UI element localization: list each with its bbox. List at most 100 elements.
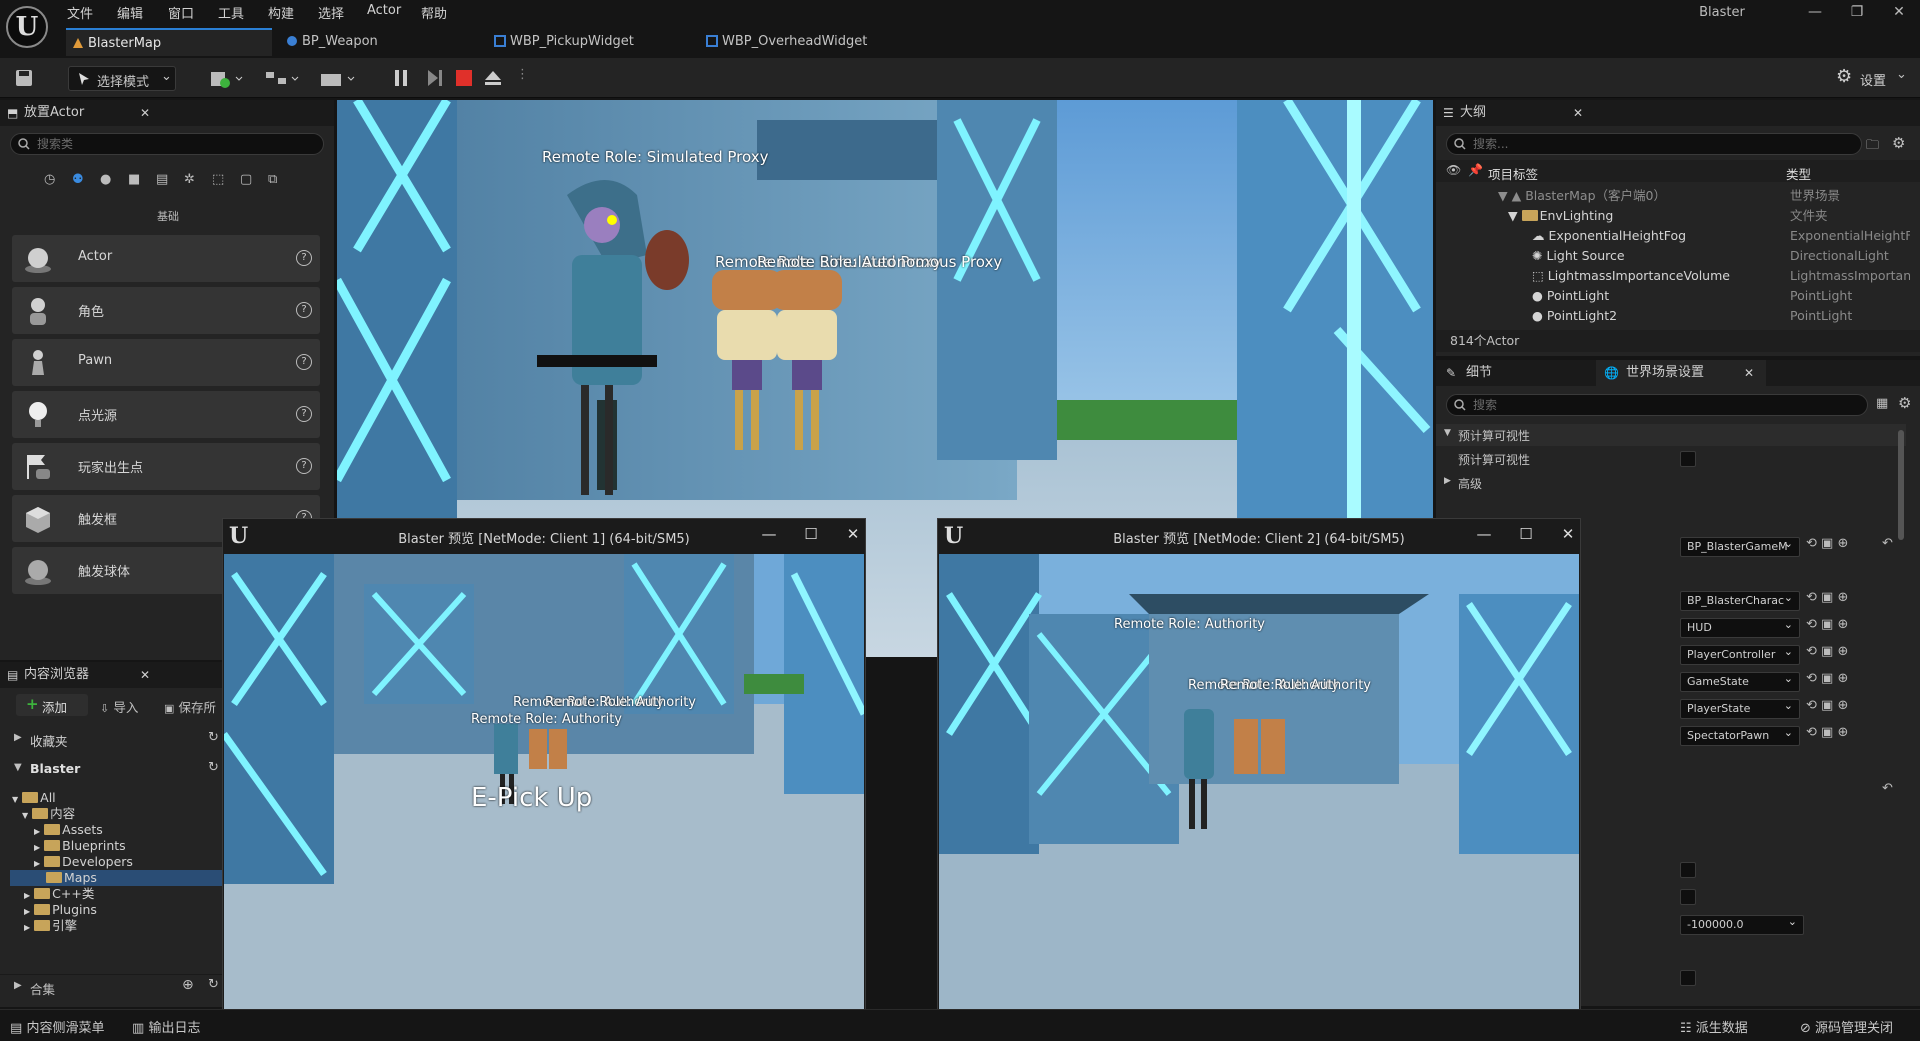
settings-button[interactable]: ⚙ 设置 ⌄: [1836, 66, 1916, 90]
add-actor-button[interactable]: [208, 66, 244, 91]
close-icon[interactable]: ✕: [140, 100, 150, 126]
outliner-row[interactable]: ● PointLight2 PointLight: [1440, 306, 1910, 326]
outliner-row[interactable]: ⬚ LightmassImportanceVolume LightmassImpo…: [1440, 266, 1910, 286]
eject-button[interactable]: [483, 68, 503, 88]
tree-item-engine[interactable]: ▶ 引擎: [24, 918, 77, 934]
close-icon[interactable]: ✕: [1573, 100, 1583, 126]
derived-data-button[interactable]: ☷ 派生数据: [1680, 1017, 1748, 1036]
tree-item-all[interactable]: ▼ All: [12, 790, 56, 806]
visibility-icon[interactable]: 👁: [1446, 163, 1461, 177]
tree-item-cpp[interactable]: ▶ C++类: [24, 886, 94, 902]
more-options-icon[interactable]: ⋮: [516, 67, 529, 82]
browse-icons[interactable]: ⟲ ▣ ⊕: [1806, 536, 1848, 551]
gear-icon[interactable]: ⚙: [1898, 394, 1911, 412]
menu-tools[interactable]: 工具: [218, 3, 244, 22]
tab-bp-weapon[interactable]: BP_Weapon: [280, 28, 480, 56]
blueprint-menu-button[interactable]: [262, 66, 302, 91]
property-checkbox[interactable]: [1680, 889, 1696, 905]
actor-item-actor[interactable]: Actor ?: [12, 235, 320, 282]
table-view-icon[interactable]: ▦: [1876, 396, 1888, 411]
reset-icon[interactable]: ↶: [1882, 536, 1893, 551]
game-mode-combo[interactable]: BP_BlasterGameM: [1680, 537, 1800, 557]
outliner-row[interactable]: ▼ EnvLighting 文件夹: [1440, 206, 1910, 226]
lights-icon[interactable]: ●: [100, 172, 111, 187]
close-icon[interactable]: ✕: [841, 525, 865, 543]
help-icon[interactable]: ?: [296, 406, 312, 422]
minimize-icon[interactable]: —: [1800, 4, 1830, 20]
refresh-icon[interactable]: ↻: [208, 730, 219, 745]
recent-icon[interactable]: ◷: [44, 172, 55, 187]
add-folder-icon[interactable]: 🗀: [1866, 136, 1879, 158]
precomputed-visibility-checkbox[interactable]: [1680, 451, 1696, 467]
outliner-row[interactable]: ✺ Light Source DirectionalLight: [1440, 246, 1910, 266]
maximize-icon[interactable]: ☐: [1514, 525, 1538, 543]
refresh-icon[interactable]: ↻: [208, 977, 219, 992]
actor-item-player-start[interactable]: 玩家出生点 ?: [12, 443, 320, 490]
browse-icons[interactable]: ⟲ ▣ ⊕: [1806, 617, 1848, 632]
hud-combo[interactable]: HUD: [1680, 618, 1800, 638]
favorites-section[interactable]: ▶ 收藏夹 ↻: [0, 728, 224, 752]
browse-icons[interactable]: ⟲ ▣ ⊕: [1806, 644, 1848, 659]
outliner-search-input[interactable]: 搜索...: [1446, 133, 1862, 155]
minimize-icon[interactable]: —: [1472, 525, 1496, 543]
select-mode-dropdown[interactable]: 选择模式 ⌄: [68, 66, 176, 91]
outliner-row[interactable]: ▼ ▲ BlasterMap（客户端0） 世界场景: [1440, 186, 1910, 206]
save-icon[interactable]: [14, 68, 34, 88]
tab-wbp-overheadwidget[interactable]: WBP_OverheadWidget: [700, 28, 910, 56]
collections-section[interactable]: ▶ 合集 ⊕ ↻: [0, 974, 224, 998]
help-icon[interactable]: ?: [296, 458, 312, 474]
volumes-icon[interactable]: ⬚: [212, 172, 224, 187]
browse-icons[interactable]: ⟲ ▣ ⊕: [1806, 671, 1848, 686]
tree-item-content[interactable]: ▼ 内容: [22, 806, 75, 822]
visual-effects-icon[interactable]: ✲: [184, 172, 195, 187]
tree-item-assets[interactable]: ▶ Assets: [34, 822, 103, 838]
menu-window[interactable]: 窗口: [168, 3, 194, 22]
property-checkbox[interactable]: [1680, 970, 1696, 986]
close-icon[interactable]: ✕: [1556, 525, 1580, 543]
help-icon[interactable]: ?: [296, 250, 312, 266]
outliner-row[interactable]: ☁ ExponentialHeightFog ExponentialHeightF: [1440, 226, 1910, 246]
player-state-combo[interactable]: PlayerState: [1680, 699, 1800, 719]
close-icon[interactable]: ✕: [1744, 360, 1754, 386]
close-icon[interactable]: ✕: [1884, 4, 1914, 20]
tree-item-developers[interactable]: ▶ Developers: [34, 854, 133, 870]
actor-item-point-light[interactable]: 点光源 ?: [12, 391, 320, 438]
tab-details[interactable]: 细节: [1466, 360, 1492, 386]
tab-world-settings[interactable]: 🌐 世界场景设置 ✕: [1596, 360, 1766, 386]
tab-wbp-pickupwidget[interactable]: WBP_PickupWidget: [488, 28, 688, 56]
cinematic-icon[interactable]: ▤: [156, 172, 168, 187]
gear-icon[interactable]: ⚙: [1892, 134, 1905, 152]
pin-icon[interactable]: 📌: [1468, 163, 1483, 177]
kill-z-input[interactable]: -100000.0: [1680, 915, 1804, 935]
content-drawer-button[interactable]: ▤ 内容侧滑菜单: [10, 1017, 104, 1036]
menu-file[interactable]: 文件: [67, 3, 93, 22]
import-button[interactable]: ⇩ 导入: [100, 697, 138, 716]
close-icon[interactable]: ✕: [140, 662, 150, 688]
save-all-button[interactable]: ▣ 保存所: [164, 697, 216, 716]
basic-icon[interactable]: ⚉: [72, 172, 84, 187]
help-icon[interactable]: ?: [296, 354, 312, 370]
pause-button[interactable]: [392, 68, 410, 88]
tree-item-maps[interactable]: Maps: [10, 870, 224, 886]
step-frame-button[interactable]: [426, 68, 444, 88]
minimize-icon[interactable]: —: [757, 525, 781, 543]
section-precomputed-visibility[interactable]: ▼ 预计算可视性: [1436, 424, 1906, 446]
geometry-icon[interactable]: ⧉: [268, 172, 277, 187]
column-type[interactable]: 类型: [1786, 164, 1811, 183]
refresh-icon[interactable]: ↻: [208, 760, 219, 775]
unreal-logo-icon[interactable]: U: [6, 6, 48, 48]
browse-icons[interactable]: ⟲ ▣ ⊕: [1806, 590, 1848, 605]
tree-item-blueprints[interactable]: ▶ Blueprints: [34, 838, 126, 854]
all-classes-icon[interactable]: ▢: [240, 172, 252, 187]
maximize-icon[interactable]: ☐: [799, 525, 823, 543]
reset-icon[interactable]: ↶: [1882, 781, 1893, 796]
advanced-row[interactable]: ▶ 高级: [1436, 472, 1906, 494]
actor-item-pawn[interactable]: Pawn ?: [12, 339, 320, 386]
actor-item-character[interactable]: 角色 ?: [12, 287, 320, 334]
default-pawn-combo[interactable]: BP_BlasterCharac: [1680, 591, 1800, 611]
add-button[interactable]: + 添加: [16, 694, 88, 716]
shapes-icon[interactable]: ■: [128, 172, 140, 187]
menu-edit[interactable]: 编辑: [117, 3, 143, 22]
project-section[interactable]: ▼ Blaster ↻: [0, 758, 224, 782]
browse-icons[interactable]: ⟲ ▣ ⊕: [1806, 698, 1848, 713]
